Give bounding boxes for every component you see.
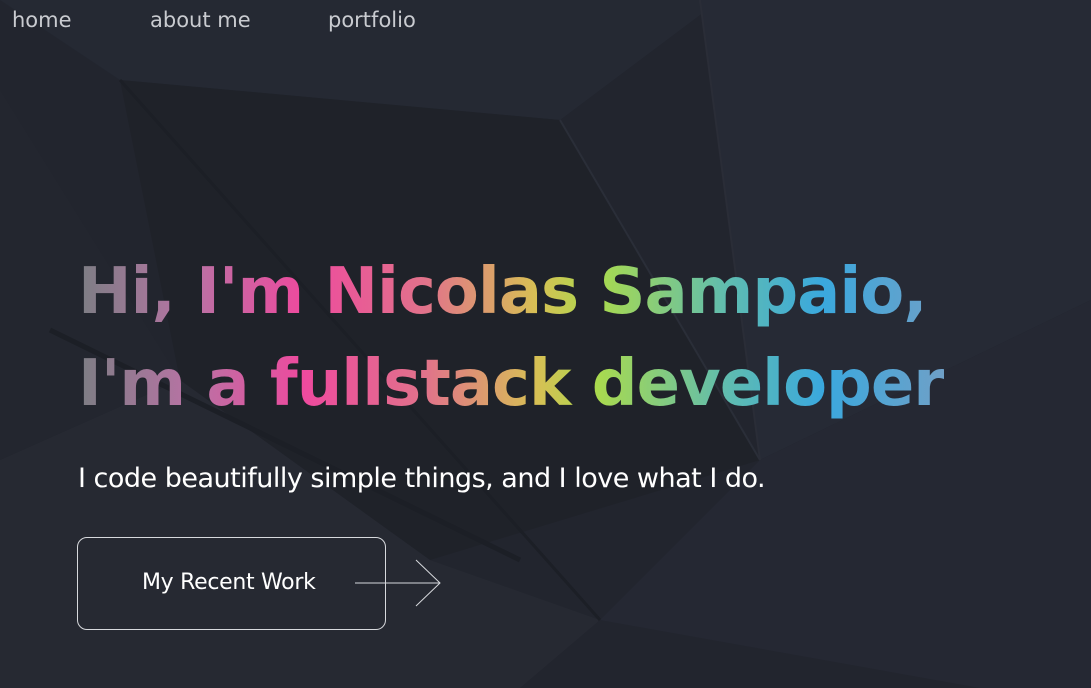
nav-about-me-link[interactable]: about me — [150, 8, 251, 32]
my-recent-work-label: My Recent Work — [142, 570, 316, 595]
hero-title-line-1: Hi, I'm Nicolas Sampaio, — [78, 255, 927, 329]
arrow-right-icon — [355, 559, 441, 607]
hero-title-line-2: I'm a fullstack developer — [78, 347, 944, 421]
nav-home-link[interactable]: home — [12, 8, 72, 32]
my-recent-work-button[interactable]: My Recent Work — [77, 537, 441, 630]
hero-title: Hi, I'm Nicolas Sampaio, I'm a fullstack… — [78, 246, 944, 430]
hero-subtitle: I code beautifully simple things, and I … — [78, 463, 766, 494]
nav-portfolio-link[interactable]: portfolio — [328, 8, 416, 32]
